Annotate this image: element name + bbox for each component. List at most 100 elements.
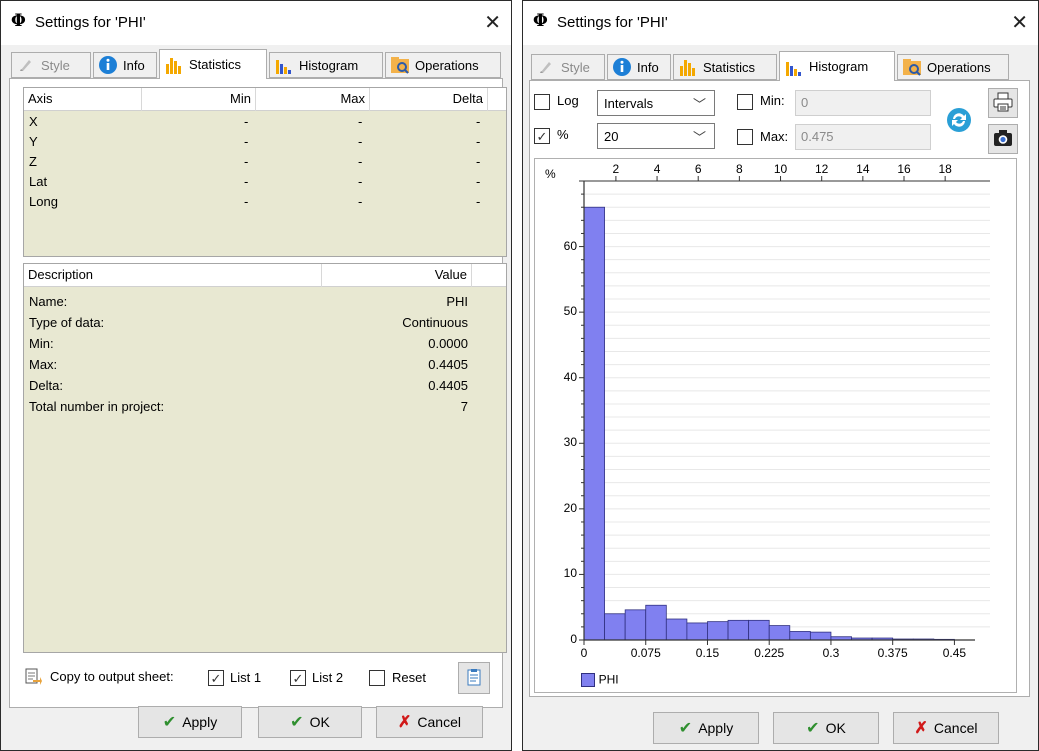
- column-header[interactable]: Min: [142, 88, 256, 111]
- tab-label: Info: [637, 59, 659, 75]
- copy-output-label: Copy to output sheet:: [50, 669, 174, 684]
- top-tick-label: 8: [736, 162, 743, 176]
- select-value: Intervals: [604, 96, 654, 111]
- print-button[interactable]: [988, 88, 1018, 118]
- interval-mode-select[interactable]: Intervals ﹀: [597, 90, 715, 116]
- tab-histogram[interactable]: Histogram: [269, 52, 383, 78]
- histogram-bar: [624, 609, 647, 641]
- axis-name: Lat: [29, 174, 48, 189]
- percent-checkbox[interactable]: [534, 128, 550, 144]
- chevron-down-icon: ﹀: [692, 97, 706, 112]
- histogram-dialog: Φ Settings for 'PHI' ✕ Style Info Statis…: [522, 0, 1039, 751]
- title-bar: Φ Settings for 'PHI' ✕: [1, 1, 511, 45]
- chart-legend: PHI: [581, 671, 619, 687]
- axis-name: Long: [29, 194, 58, 209]
- tab-label: Operations: [927, 59, 991, 75]
- tab-info[interactable]: Info: [93, 52, 157, 78]
- histogram-bar: [707, 621, 729, 641]
- x-tick-label: 0: [580, 646, 588, 660]
- tab-label: Style: [41, 57, 70, 73]
- axis-delta: -: [476, 154, 481, 169]
- tab-style[interactable]: Style: [531, 54, 605, 80]
- close-icon[interactable]: ✕: [1011, 10, 1028, 35]
- top-tick-label: 6: [694, 162, 702, 176]
- top-tick-label: 12: [814, 162, 829, 176]
- axis-delta: -: [476, 114, 481, 129]
- checkmark-icon: ✔: [678, 720, 693, 737]
- column-header[interactable]: Delta: [370, 88, 488, 111]
- description-label: Total number in project:: [29, 399, 165, 414]
- min-checkbox[interactable]: [737, 94, 753, 110]
- legend-label: PHI: [598, 672, 619, 687]
- refresh-button[interactable]: [944, 106, 974, 136]
- description-value: PHI: [446, 294, 468, 309]
- apply-button[interactable]: ✔ Apply: [138, 706, 242, 738]
- ok-button[interactable]: ✔ OK: [773, 712, 879, 744]
- gridlines: [584, 180, 990, 628]
- tab-statistics[interactable]: Statistics: [159, 49, 267, 79]
- histogram-chart: % 2 4 6 8 10 12 14 16 18 0 10 20 30 40 50 60 0 0.075 0.1…: [534, 158, 1017, 693]
- description-value: 0.0000: [428, 336, 468, 351]
- axis-min: -: [244, 134, 249, 149]
- min-label: Min:: [760, 93, 785, 108]
- histogram-bar: [789, 631, 811, 641]
- axis-min: -: [244, 154, 249, 169]
- column-header[interactable]: Max: [256, 88, 370, 111]
- cancel-button[interactable]: ✗ Cancel: [376, 706, 483, 738]
- snapshot-button[interactable]: [988, 124, 1018, 154]
- histogram-bar: [809, 631, 832, 641]
- close-icon[interactable]: ✕: [484, 10, 501, 35]
- apply-button[interactable]: ✔ Apply: [653, 712, 759, 744]
- statistics-dialog: Φ Settings for 'PHI' ✕ Style Info Statis…: [0, 0, 512, 751]
- x-tick-label: 0.075: [630, 646, 661, 660]
- y-tick-label: 40: [563, 369, 577, 384]
- axis-max: -: [358, 154, 363, 169]
- checkmark-icon: ✔: [290, 714, 304, 731]
- top-tick-label: 2: [612, 162, 620, 176]
- x-tick-label: 0.45: [942, 646, 967, 660]
- tab-style[interactable]: Style: [11, 52, 91, 78]
- copy-clipboard-button[interactable]: [458, 662, 490, 694]
- list1-checkbox[interactable]: [208, 670, 224, 686]
- tab-label: Operations: [415, 57, 479, 73]
- chevron-down-icon: ﹀: [692, 130, 706, 145]
- reset-checkbox[interactable]: [369, 670, 385, 686]
- tab-operations[interactable]: Operations: [385, 52, 501, 78]
- column-header[interactable]: Axis: [24, 88, 142, 111]
- histogram-icon: [784, 57, 804, 77]
- top-tick-label: 4: [653, 162, 661, 176]
- apply-label: Apply: [182, 714, 218, 730]
- max-field[interactable]: 0.475: [795, 124, 931, 150]
- axis-max: -: [358, 194, 363, 209]
- min-field[interactable]: 0: [795, 90, 931, 116]
- column-header[interactable]: Description: [24, 264, 322, 287]
- description-value: 0.4405: [428, 378, 468, 393]
- checkmark-icon: ✔: [162, 714, 177, 731]
- tab-histogram[interactable]: Histogram: [779, 51, 895, 81]
- log-checkbox[interactable]: [534, 94, 550, 110]
- y-tick-label: 60: [563, 238, 577, 253]
- top-tick-label: 10: [773, 162, 788, 176]
- histogram-panel: Log Intervals ﹀ Min: 0 % 20 ﹀ Max: 0.475: [529, 80, 1030, 697]
- x-tick-label: 0.225: [754, 646, 785, 660]
- axis-delta: -: [476, 174, 481, 189]
- description-value: Continuous: [402, 315, 468, 330]
- description-table: Description Value Name: PHI Type of data…: [23, 263, 507, 653]
- top-tick-label: 16: [897, 162, 911, 176]
- interval-count-select[interactable]: 20 ﹀: [597, 123, 715, 149]
- printer-icon: [993, 92, 1013, 115]
- tab-info[interactable]: Info: [607, 54, 671, 80]
- list2-checkbox[interactable]: [290, 670, 306, 686]
- histogram-bar: [665, 618, 688, 641]
- max-checkbox[interactable]: [737, 129, 753, 145]
- axis-delta: -: [476, 194, 481, 209]
- cancel-button[interactable]: ✗ Cancel: [893, 712, 999, 744]
- axis-name: X: [29, 114, 38, 129]
- tab-statistics[interactable]: Statistics: [673, 54, 777, 80]
- log-label: Log: [557, 93, 579, 108]
- column-header[interactable]: Value: [322, 264, 472, 287]
- ok-button[interactable]: ✔ OK: [258, 706, 362, 738]
- y-tick-label: 50: [563, 304, 577, 319]
- description-label: Delta:: [29, 378, 63, 393]
- tab-operations[interactable]: Operations: [897, 54, 1009, 80]
